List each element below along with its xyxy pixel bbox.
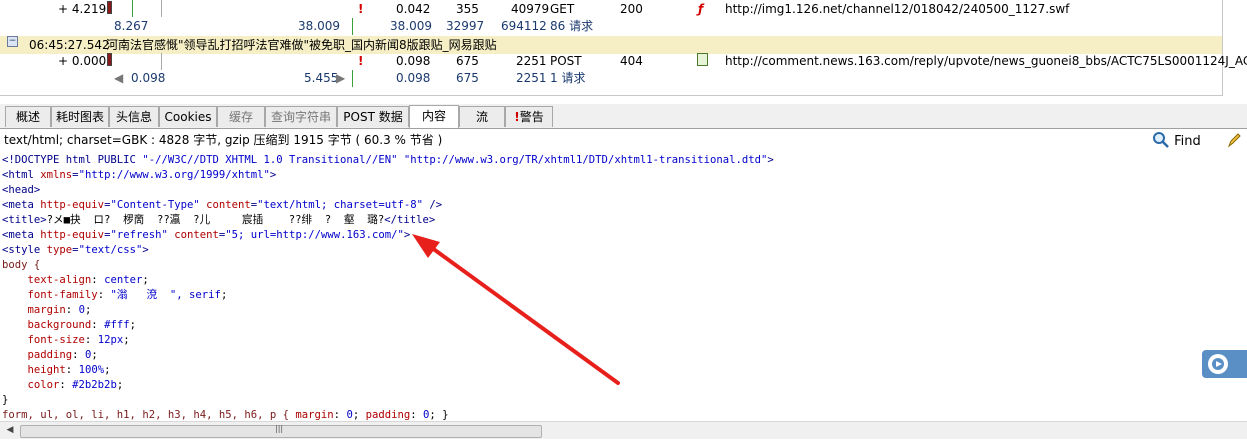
flash-icon: ƒ xyxy=(698,2,704,16)
code-line: font-family: "滃 渷 ", serif; xyxy=(27,289,228,301)
arrow-right-icon: ▶ xyxy=(336,71,346,85)
code-line: color: #2b2b2b; xyxy=(27,379,124,391)
code-line: <html xmlns="http://www.w3.org/1999/xhtm… xyxy=(2,169,277,181)
summary-total: 0.098 xyxy=(396,71,431,85)
code-line: font-size: 12px; xyxy=(27,334,130,346)
timeline-marker xyxy=(132,0,133,17)
cell-duration: 0.042 xyxy=(396,2,431,16)
summary-received: 2251 xyxy=(516,71,547,85)
tab-content[interactable]: 内容 xyxy=(409,105,459,128)
content-info: text/html; charset=GBK : 4828 字节, gzip 压… xyxy=(0,129,1247,151)
arrow-left-icon: ◀ xyxy=(114,71,124,85)
cell-status: 200 xyxy=(620,2,643,16)
cell-sent: 355 xyxy=(456,2,479,16)
request-grid[interactable]: + 4.219 ! 0.042 355 40979 GET 200 ƒ http… xyxy=(0,0,1247,96)
summary-mid: 5.455 xyxy=(304,71,339,85)
summary-row: 8.267 38.009 38.009 32997 694112 86 请求 xyxy=(0,18,1222,35)
pencil-icon[interactable] xyxy=(1227,132,1241,148)
content-info-text: text/html; charset=GBK : 4828 字节, gzip 压… xyxy=(4,133,443,147)
document-icon xyxy=(697,53,708,66)
cell-received: 2251 xyxy=(516,54,547,68)
tab-overview[interactable]: 概述 xyxy=(5,106,51,127)
tab-query-string[interactable]: 查询字符串 xyxy=(265,106,337,127)
chat-icon xyxy=(1208,354,1228,374)
group-title: 河南法官感慨"领导乱打招呼法官难做"被免职_国内新闻8版跟贴_网易跟贴 xyxy=(106,38,497,52)
tab-post-data[interactable]: POST 数据 xyxy=(337,106,409,127)
code-line: <!DOCTYPE html PUBLIC "-//W3C//DTD XHTML… xyxy=(2,154,774,166)
code-line: margin: 0; xyxy=(27,304,92,316)
cell-status: 404 xyxy=(620,54,643,68)
tab-stream[interactable]: 流 xyxy=(459,106,505,127)
code-line: <style type="text/css"> xyxy=(2,244,149,256)
summary-start: 8.267 xyxy=(114,19,149,33)
summary-total: 38.009 xyxy=(390,19,432,33)
timeline-bar xyxy=(107,1,112,14)
summary-sent: 675 xyxy=(456,71,479,85)
find-button[interactable]: Find xyxy=(1152,131,1241,151)
cell-sent: 675 xyxy=(456,54,479,68)
source-code-view[interactable]: <!DOCTYPE html PUBLIC "-//W3C//DTD XHTML… xyxy=(2,153,1242,421)
table-row[interactable]: + 0.000 ! 0.098 675 2251 POST 404 http:/… xyxy=(0,53,1247,70)
floating-widget[interactable] xyxy=(1202,350,1247,378)
tab-warnings[interactable]: !警告 xyxy=(505,106,553,127)
summary-row: ◀ 0.098 5.455 ▶ 0.098 675 2251 1 请求 xyxy=(0,70,1222,87)
code-line: background: #fff; xyxy=(27,319,136,331)
timeline-bar xyxy=(107,53,112,66)
code-line: form, ul, ol, li, h1, h2, h3, h4, h5, h6… xyxy=(2,409,449,421)
summary-requests: 86 请求 xyxy=(550,19,594,33)
summary-start: 0.098 xyxy=(131,71,166,85)
summary-received: 694112 xyxy=(501,19,547,33)
search-icon xyxy=(1152,132,1169,148)
code-line: padding: 0; xyxy=(27,349,98,361)
time-delta: + 0.000 xyxy=(58,54,107,68)
tab-cache[interactable]: 缓存 xyxy=(217,106,265,127)
cell-method: GET xyxy=(550,2,575,16)
time-delta: + 4.219 xyxy=(58,2,107,16)
tab-timing-chart[interactable]: 耗时图表 xyxy=(51,106,109,127)
code-line: text-align: center; xyxy=(27,274,149,286)
tab-warnings-label: 警告 xyxy=(519,110,544,124)
summary-mid: 38.009 xyxy=(298,19,340,33)
detail-tabbar: 概述 耗时图表 头信息 Cookies 缓存 查询字符串 POST 数据 内容 … xyxy=(0,104,1247,129)
code-line: } xyxy=(2,394,9,406)
code-line: <meta http-equiv="refresh" content="5; u… xyxy=(2,229,411,241)
timeline-marker xyxy=(352,70,353,87)
summary-sent: 32997 xyxy=(446,19,485,33)
page-group-row[interactable]: − 06:45:27.542 河南法官感慨"领导乱打招呼法官难做"被免职_国内新… xyxy=(0,36,1222,54)
code-line: body { xyxy=(2,259,41,271)
table-row[interactable]: + 4.219 ! 0.042 355 40979 GET 200 ƒ http… xyxy=(0,1,1222,18)
horizontal-scrollbar[interactable]: ◀ ||| xyxy=(0,421,1247,439)
code-line: <head> xyxy=(2,184,41,196)
code-line: height: 100%; xyxy=(27,364,111,376)
scroll-left-icon[interactable]: ◀ xyxy=(4,425,16,436)
group-time: 06:45:27.542 xyxy=(29,38,110,52)
cell-url[interactable]: http://img1.126.net/channel12/018042/240… xyxy=(725,1,1069,18)
cell-received: 40979 xyxy=(511,2,550,16)
grid-divider xyxy=(161,53,162,70)
cell-url[interactable]: http://comment.news.163.com/reply/upvote… xyxy=(725,53,1247,70)
code-line: <title>?メ■抉 ロ? 椤啇 ??瀛 ?儿 宸插 ??绯 ? 壑 璐?</… xyxy=(2,214,436,226)
tab-cookies[interactable]: Cookies xyxy=(159,106,217,127)
cell-duration: 0.098 xyxy=(396,54,431,68)
scrollbar-thumb[interactable]: ||| xyxy=(20,424,542,438)
grid-divider xyxy=(161,0,162,17)
warning-icon: ! xyxy=(358,54,364,68)
collapse-icon[interactable]: − xyxy=(7,36,18,47)
find-label: Find xyxy=(1174,134,1201,149)
cell-method: POST xyxy=(550,54,582,68)
summary-requests: 1 请求 xyxy=(550,71,586,85)
warning-icon: ! xyxy=(358,2,364,16)
tab-headers[interactable]: 头信息 xyxy=(109,106,159,127)
code-line: <meta http-equiv="Content-Type" content=… xyxy=(2,199,443,211)
timeline-marker xyxy=(352,18,353,35)
